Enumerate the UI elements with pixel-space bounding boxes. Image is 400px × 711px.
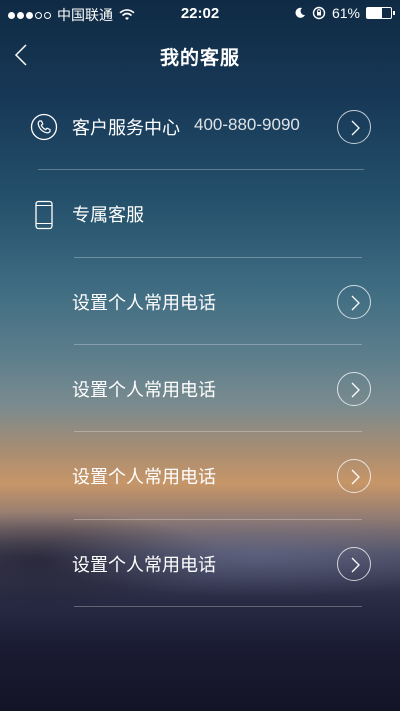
nav-bar: 我的客服 — [0, 36, 400, 76]
service-center-label: 客户服务中心 — [72, 118, 180, 139]
chevron-right-icon — [351, 382, 360, 398]
chevron-right-icon — [351, 295, 360, 311]
service-phone-number[interactable]: 400-880-9090 — [194, 115, 300, 135]
exclusive-service-label: 专属客服 — [72, 205, 144, 226]
status-bar: 中国联通 22:02 61% — [0, 0, 400, 28]
status-right: 61% — [294, 5, 395, 21]
service-center-arrow-button[interactable] — [337, 110, 371, 144]
divider — [74, 344, 362, 345]
moon-icon — [295, 7, 305, 18]
battery-percent: 61% — [331, 5, 360, 21]
battery-icon — [366, 7, 395, 19]
chevron-right-icon — [351, 120, 360, 136]
page-title: 我的客服 — [159, 47, 240, 69]
set-phone-row-2[interactable]: 设置个人常用电话 — [0, 359, 400, 419]
set-phone-arrow-button[interactable] — [337, 285, 371, 319]
chevron-right-icon — [351, 469, 360, 485]
set-phone-arrow-button[interactable] — [337, 372, 371, 406]
divider — [74, 257, 362, 258]
set-phone-label: 设置个人常用电话 — [72, 293, 216, 314]
set-phone-label: 设置个人常用电话 — [72, 555, 216, 576]
battery-level — [367, 8, 382, 18]
phone-icon — [30, 113, 58, 141]
set-phone-arrow-button[interactable] — [337, 459, 371, 493]
exclusive-service-row: 专属客服 — [0, 184, 400, 244]
divider — [74, 606, 362, 607]
set-phone-row-3[interactable]: 设置个人常用电话 — [0, 446, 400, 506]
divider — [74, 519, 362, 520]
rotation-lock-icon — [312, 6, 326, 20]
divider — [38, 169, 364, 170]
mobile-phone-icon — [35, 200, 53, 230]
divider — [74, 431, 362, 432]
set-phone-arrow-button[interactable] — [337, 547, 371, 581]
chevron-right-icon — [351, 557, 360, 573]
set-phone-label: 设置个人常用电话 — [72, 380, 216, 401]
set-phone-row-1[interactable]: 设置个人常用电话 — [0, 272, 400, 332]
set-phone-row-4[interactable]: 设置个人常用电话 — [0, 534, 400, 594]
service-center-row[interactable]: 客户服务中心 400-880-9090 — [0, 97, 400, 157]
set-phone-label: 设置个人常用电话 — [72, 467, 216, 488]
